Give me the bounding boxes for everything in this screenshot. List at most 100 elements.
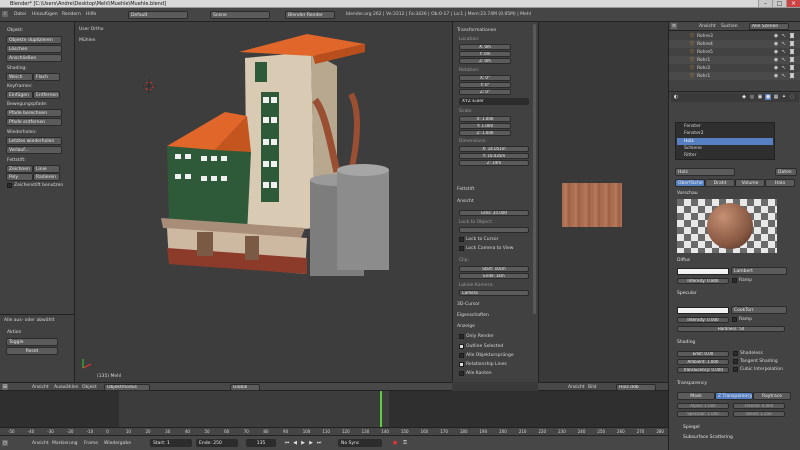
outliner-editor-icon[interactable]: ≡: [671, 23, 677, 29]
slot-item-active[interactable]: Holz: [684, 139, 694, 144]
emit-field[interactable]: Emit: 0.00: [677, 351, 729, 357]
clip-end-field[interactable]: Ende: 1km: [459, 273, 529, 279]
sync-select[interactable]: No Sync: [338, 439, 382, 447]
specular-ramp-checkbox[interactable]: [732, 317, 737, 322]
material-slot-list[interactable]: Fenster Fenster2 Holz Schiene Ritter: [675, 122, 775, 160]
remove-keyframe-button[interactable]: Entfernen: [33, 91, 60, 99]
minimize-button[interactable]: –: [758, 0, 772, 7]
tab-surface[interactable]: Oberfläche: [675, 179, 705, 187]
image-select[interactable]: Holz.ddb: [616, 384, 656, 391]
specular-header[interactable]: Specular: [677, 291, 697, 298]
record-icon[interactable]: ●: [392, 440, 398, 446]
all-edges-checkbox[interactable]: [459, 371, 464, 376]
lock-cursor-checkbox[interactable]: [459, 237, 464, 242]
view-header[interactable]: Ansicht: [457, 199, 474, 204]
menu-file[interactable]: Datei: [14, 12, 26, 17]
eye-icon[interactable]: ◉: [773, 41, 779, 47]
tab-halo[interactable]: Halo: [765, 179, 795, 187]
object-icon[interactable]: ▣: [757, 94, 763, 100]
start-frame-field[interactable]: Start: 1: [150, 439, 192, 447]
image-view-menu[interactable]: Ansicht: [568, 385, 585, 390]
end-frame-field[interactable]: Ende: 250: [196, 439, 238, 447]
clear-paths-button[interactable]: Pfade entfernen: [6, 118, 62, 126]
view3d-editor-icon[interactable]: ⊞: [2, 384, 8, 390]
rotation-x[interactable]: X: 0°: [459, 75, 511, 81]
diffuse-ramp-checkbox[interactable]: [732, 278, 737, 283]
scale-z[interactable]: Z: 1.000: [459, 130, 511, 136]
view-menu[interactable]: Ansicht: [32, 385, 49, 390]
alpha-field[interactable]: Alpha: 1.000: [677, 403, 729, 409]
translucency-field[interactable]: Translucency: 0.000: [677, 367, 729, 373]
transparency-mask[interactable]: Mask: [677, 392, 715, 400]
join-button[interactable]: Anschließen: [6, 54, 62, 62]
timeline-view-menu[interactable]: Ansicht: [32, 441, 49, 446]
blend-field[interactable]: Blend: 1.250: [733, 411, 785, 417]
slot-item[interactable]: Schiene: [684, 146, 702, 151]
display-header[interactable]: Anzeige: [457, 324, 475, 329]
select-menu[interactable]: Auswählen: [54, 385, 78, 390]
menu-render[interactable]: Rendern: [62, 12, 81, 17]
eye-icon[interactable]: ◉: [773, 49, 779, 55]
3d-viewport[interactable]: User Ortho Mühlen (135) Mehl: [75, 22, 452, 382]
orientation-select[interactable]: Global: [230, 384, 260, 391]
slot-item[interactable]: Fenster2: [684, 131, 704, 136]
hardness-field[interactable]: Hardness: 50: [677, 326, 785, 332]
material-link-select[interactable]: Daten: [775, 168, 797, 176]
properties-scrollbar[interactable]: [533, 24, 536, 314]
duplicate-objects-button[interactable]: Objekte duplizieren: [6, 36, 62, 44]
grease-pencil-header[interactable]: Fettstift: [457, 187, 474, 192]
rotation-y[interactable]: Y: 0°: [459, 82, 511, 88]
prev-key-icon[interactable]: ◀: [292, 440, 298, 446]
mirror-header[interactable]: Spiegel: [683, 425, 700, 432]
transform-header[interactable]: Transformationen: [457, 28, 496, 33]
cursor-icon[interactable]: ↖: [781, 73, 787, 79]
diffuse-intensity[interactable]: Intensity: 0.800: [677, 278, 729, 284]
outliner-row[interactable]: ▽ Rohr1 ◉ ↖ ◙: [669, 56, 800, 64]
physics-icon[interactable]: ◌: [789, 94, 795, 100]
outliner-row[interactable]: ▽ Rohre5 ◉ ↖ ◙: [669, 48, 800, 56]
specular-shader-select[interactable]: CookTorr: [731, 306, 787, 314]
marker-menu[interactable]: Markierung: [52, 441, 78, 446]
specular-intensity[interactable]: Intensity: 0.000: [677, 317, 729, 323]
shading-header[interactable]: Shading: [677, 340, 695, 347]
rotation-z[interactable]: Z: 0°: [459, 89, 511, 95]
camera-field[interactable]: Camera: [459, 290, 529, 296]
current-frame-line[interactable]: [380, 391, 382, 427]
relationship-lines-checkbox[interactable]: [459, 362, 464, 367]
timeline-editor-icon[interactable]: ◷: [2, 440, 8, 446]
world-icon[interactable]: ◎: [749, 94, 755, 100]
clip-start-field[interactable]: Start: 10cm: [459, 266, 529, 272]
jump-start-icon[interactable]: ⏮: [284, 440, 290, 446]
render-icon[interactable]: ◐: [673, 94, 679, 100]
current-frame-field[interactable]: 135: [246, 439, 276, 447]
fresnel-field[interactable]: Fresnel: 0.000: [733, 403, 785, 409]
specular-alpha-field[interactable]: Specular: 1.000: [677, 411, 729, 417]
outline-selected-checkbox[interactable]: [459, 344, 464, 349]
image-editor[interactable]: [538, 22, 668, 382]
all-origins-checkbox[interactable]: [459, 353, 464, 358]
shadeless-checkbox[interactable]: [733, 351, 738, 356]
tab-wire[interactable]: Draht: [705, 179, 735, 187]
transparency-header[interactable]: Transparency: [677, 381, 707, 388]
outliner-row[interactable]: ▽ Rohre4 ◉ ↖ ◙: [669, 40, 800, 48]
properties-header[interactable]: Eigenschaften: [457, 313, 489, 318]
slot-item[interactable]: Ritter: [684, 153, 697, 158]
reset-button[interactable]: Reset: [6, 347, 58, 355]
camera-icon[interactable]: ◙: [789, 57, 795, 63]
camera-icon[interactable]: ◙: [789, 33, 795, 39]
lock-camera-checkbox[interactable]: [459, 246, 464, 251]
location-y[interactable]: Y: 0m: [459, 51, 511, 57]
eye-icon[interactable]: ◉: [773, 33, 779, 39]
menu-add[interactable]: Hinzufügen: [32, 12, 58, 17]
diffuse-color[interactable]: [677, 268, 729, 275]
outliner-search-menu[interactable]: Suchen: [721, 24, 738, 29]
eye-icon[interactable]: ◉: [773, 57, 779, 63]
eye-icon[interactable]: ◉: [773, 65, 779, 71]
tab-volume[interactable]: Volume: [735, 179, 765, 187]
tangent-checkbox[interactable]: [733, 359, 738, 364]
diffuse-header[interactable]: Diffus: [677, 258, 690, 265]
slot-item[interactable]: Fenster: [684, 124, 701, 129]
outliner-row[interactable]: ▽ Rohre3 ◉ ↖ ◙: [669, 32, 800, 40]
action-select[interactable]: Toggle: [6, 338, 58, 346]
scene-select[interactable]: Scene: [210, 11, 270, 19]
